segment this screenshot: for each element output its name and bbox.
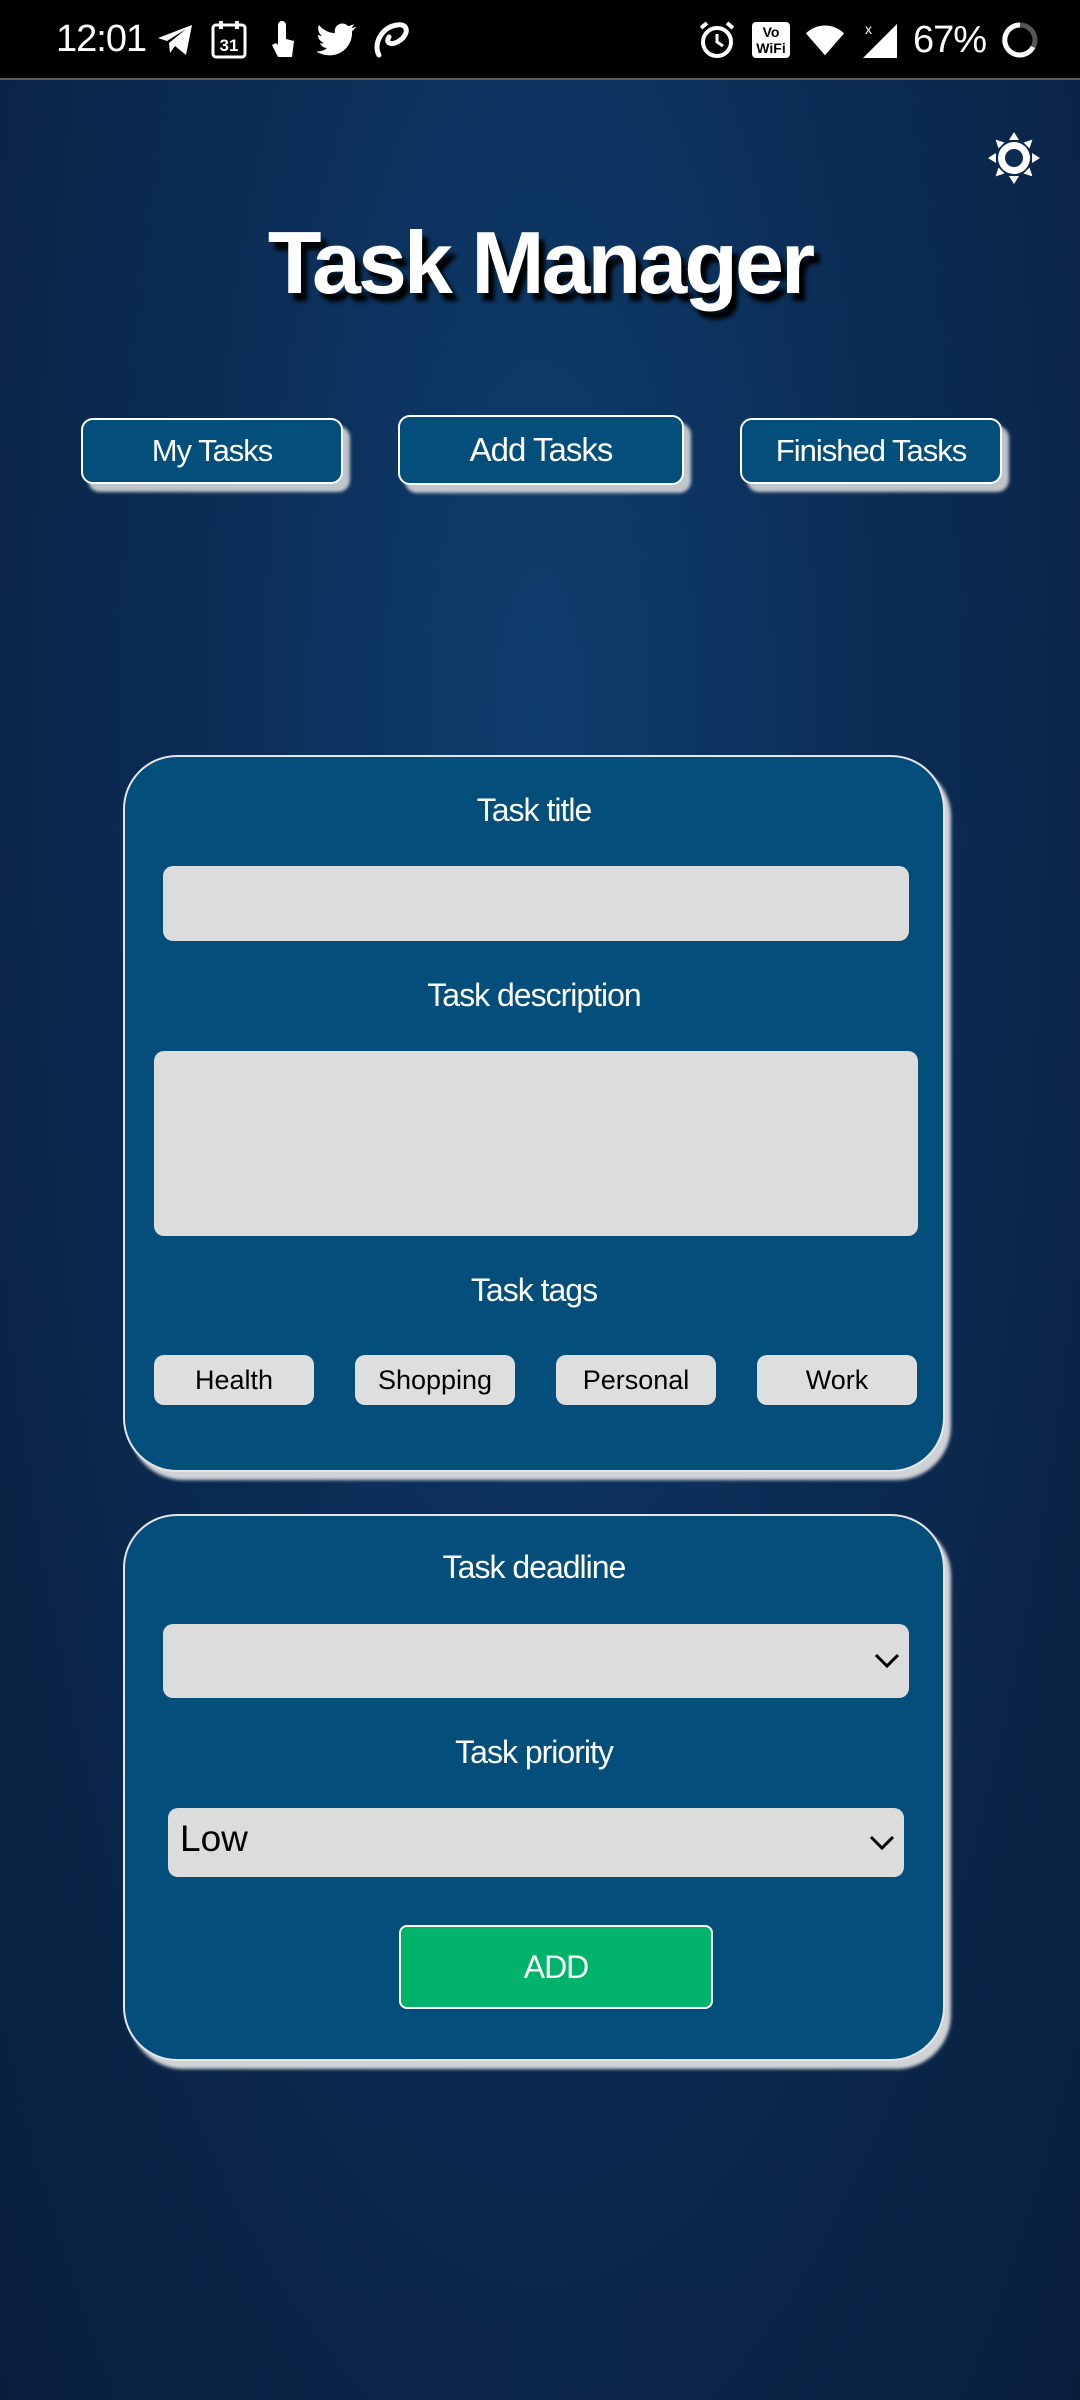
status-time: 12:01 bbox=[56, 18, 147, 60]
system-icons: Vo WiFi x 67% bbox=[697, 18, 1040, 62]
twitter-icon bbox=[317, 20, 357, 60]
vowifi-line1: Vo bbox=[763, 24, 780, 40]
tag-shopping[interactable]: Shopping bbox=[355, 1355, 515, 1405]
task-settings-card: Task deadline Task priority Low ADD bbox=[123, 1514, 945, 2061]
vowifi-icon: Vo WiFi bbox=[751, 20, 791, 60]
task-deadline-label: Task deadline bbox=[442, 1549, 627, 1585]
sun-gear-icon[interactable] bbox=[988, 132, 1040, 184]
my-tasks-button[interactable]: My Tasks bbox=[81, 418, 343, 484]
calendar-icon: 31 bbox=[209, 20, 249, 60]
task-priority-select[interactable]: Low bbox=[168, 1808, 904, 1877]
tag-health[interactable]: Health bbox=[154, 1355, 314, 1405]
status-bar: 12:01 31 Vo WiFi x 67% bbox=[0, 0, 1080, 80]
telegram-icon bbox=[155, 20, 195, 60]
battery-icon bbox=[1000, 20, 1040, 60]
task-details-card: Task title Task description Task tags He… bbox=[123, 755, 945, 1472]
task-deadline-select[interactable] bbox=[163, 1624, 909, 1698]
wifi-icon bbox=[805, 20, 845, 60]
tag-work[interactable]: Work bbox=[757, 1355, 917, 1405]
alarm-icon bbox=[697, 20, 737, 60]
touch-icon bbox=[263, 20, 303, 60]
battery-percent: 67% bbox=[912, 18, 987, 61]
task-priority-label: Task priority bbox=[455, 1734, 614, 1770]
tag-personal[interactable]: Personal bbox=[556, 1355, 716, 1405]
finished-tasks-button[interactable]: Finished Tasks bbox=[740, 418, 1002, 484]
task-tags-label: Task tags bbox=[470, 1272, 598, 1308]
vowifi-line2: WiFi bbox=[756, 40, 785, 56]
add-tasks-button[interactable]: Add Tasks bbox=[398, 415, 684, 485]
add-task-button[interactable]: ADD bbox=[399, 1925, 713, 2009]
svg-text:x: x bbox=[865, 21, 872, 37]
priority-value: Low bbox=[180, 1818, 248, 1859]
airtel-icon bbox=[371, 20, 411, 60]
task-title-input[interactable] bbox=[163, 866, 909, 941]
task-title-label: Task title bbox=[476, 792, 592, 828]
notification-icons: 31 bbox=[155, 20, 411, 60]
task-description-textarea[interactable] bbox=[154, 1051, 918, 1236]
chevron-down-icon bbox=[874, 1653, 900, 1669]
task-description-label: Task description bbox=[427, 977, 641, 1013]
signal-icon: x bbox=[859, 20, 899, 60]
chevron-down-icon bbox=[869, 1835, 895, 1851]
calendar-day: 31 bbox=[220, 36, 239, 55]
page-title: Task Manager bbox=[267, 213, 815, 312]
